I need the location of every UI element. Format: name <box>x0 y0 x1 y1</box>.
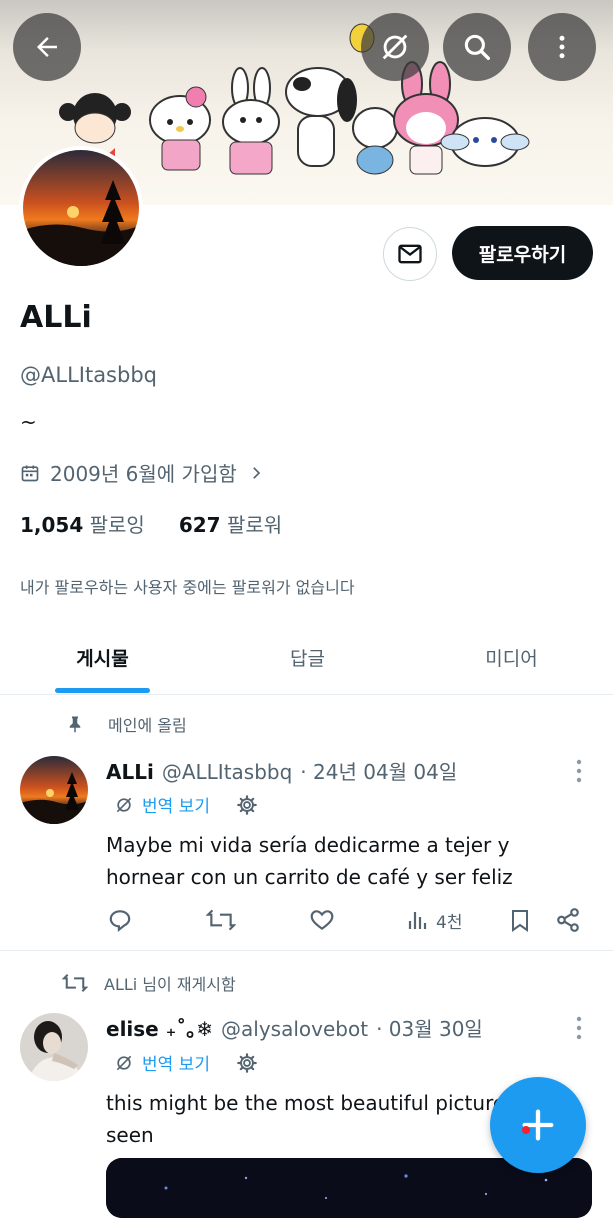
bar-chart-icon <box>408 912 427 929</box>
more-vertical-icon <box>559 35 565 59</box>
pinned-context: 메인에 올림 <box>66 712 187 736</box>
more-vertical-icon <box>576 1016 582 1040</box>
settings-gear-icon[interactable] <box>236 1052 258 1074</box>
translate-off-icon <box>116 1055 132 1070</box>
following-count: 1,054 <box>20 513 84 537</box>
person-photo-avatar <box>20 1013 88 1081</box>
back-button[interactable] <box>13 13 81 81</box>
translate-off-icon <box>116 797 132 812</box>
plus-icon <box>522 1109 554 1141</box>
repost-icon <box>62 974 88 992</box>
tab-media[interactable]: 미디어 <box>410 620 613 694</box>
followers-count: 627 <box>178 513 221 537</box>
translate-off-icon <box>382 34 408 60</box>
post-author-name[interactable]: elise ₊˚｡❄ <box>106 1013 213 1042</box>
translate-toggle-button[interactable] <box>361 13 429 81</box>
repost-context[interactable]: ALLi 님이 재게시함 <box>62 971 236 995</box>
followers-link[interactable]: 627 팔로워 <box>179 509 282 538</box>
pin-icon <box>69 716 81 733</box>
tab-replies[interactable]: 답글 <box>205 620 410 694</box>
more-options-button[interactable] <box>528 13 596 81</box>
post-date[interactable]: · 03월 30일 <box>376 1013 483 1042</box>
active-tab-indicator <box>55 688 150 693</box>
post-divider <box>0 950 613 951</box>
search-button[interactable] <box>443 13 511 81</box>
reply-button[interactable] <box>107 907 133 937</box>
views-button[interactable]: 4천 <box>406 907 462 933</box>
views-count: 4천 <box>436 912 463 933</box>
post-more-button[interactable] <box>574 1015 584 1045</box>
share-button[interactable] <box>555 907 581 937</box>
arrow-left-icon <box>37 37 57 57</box>
post-header: ALLi @ALLItasbbq · 24년 04월 04일 <box>106 756 457 785</box>
post-author-handle[interactable]: @alysalovebot <box>221 1017 368 1041</box>
search-icon <box>464 34 491 61</box>
post-author-name[interactable]: ALLi <box>106 760 154 784</box>
notification-dot <box>522 1126 530 1134</box>
bookmark-icon <box>512 910 528 932</box>
mutual-followers-notice: 내가 팔로우하는 사용자 중에는 팔로워가 없습니다 <box>20 578 355 597</box>
post-date[interactable]: · 24년 04월 04일 <box>300 756 457 785</box>
post-more-button[interactable] <box>574 758 584 788</box>
joined-date-text: 2009년 6월에 가입함 <box>50 462 237 486</box>
repost-icon <box>205 909 237 931</box>
post-author-handle[interactable]: @ALLItasbbq <box>162 760 292 784</box>
post-avatar[interactable] <box>20 1013 88 1081</box>
compose-post-button[interactable] <box>490 1077 586 1173</box>
like-button[interactable] <box>309 907 335 937</box>
follow-counts: 1,054 팔로잉 627 팔로워 <box>20 509 282 538</box>
repost-label: ALLi 님이 재게시함 <box>104 975 236 994</box>
profile-name: ALLi <box>20 300 92 335</box>
sunset-avatar-image <box>23 150 139 266</box>
followers-label: 팔로워 <box>226 513 283 537</box>
reply-icon <box>109 910 131 933</box>
profile-handle: @ALLItasbbq <box>20 363 157 387</box>
message-button[interactable] <box>383 227 437 281</box>
joined-date-row[interactable]: 2009년 6월에 가입함 <box>20 458 265 487</box>
translate-row: 번역 보기 <box>114 792 258 817</box>
post-header: elise ₊˚｡❄ @alysalovebot · 03월 30일 <box>106 1013 483 1042</box>
translate-row: 번역 보기 <box>114 1050 258 1075</box>
profile-bio: ~ <box>20 410 37 434</box>
more-vertical-icon <box>576 759 582 783</box>
calendar-icon <box>21 465 39 481</box>
chevron-right-icon <box>252 466 260 479</box>
settings-gear-icon[interactable] <box>236 794 258 816</box>
tab-posts[interactable]: 게시물 <box>0 620 205 694</box>
following-label: 팔로잉 <box>89 513 145 537</box>
post-avatar[interactable] <box>20 756 88 824</box>
repost-button[interactable] <box>205 907 237 937</box>
profile-avatar[interactable] <box>19 146 143 270</box>
pinned-label: 메인에 올림 <box>108 716 187 735</box>
post-text: Maybe mi vida sería dedicarme a tejer y … <box>106 833 513 889</box>
heart-icon <box>310 910 334 930</box>
envelope-icon <box>398 244 422 264</box>
follow-button[interactable]: 팔로우하기 <box>452 226 593 280</box>
share-icon <box>557 908 579 932</box>
translate-link[interactable]: 번역 보기 <box>142 792 210 817</box>
sunset-avatar-image <box>20 756 88 824</box>
translate-link[interactable]: 번역 보기 <box>142 1050 210 1075</box>
bookmark-button[interactable] <box>508 907 532 937</box>
following-link[interactable]: 1,054 팔로잉 <box>20 509 145 538</box>
profile-tabs: 게시물 답글 미디어 <box>0 620 613 695</box>
